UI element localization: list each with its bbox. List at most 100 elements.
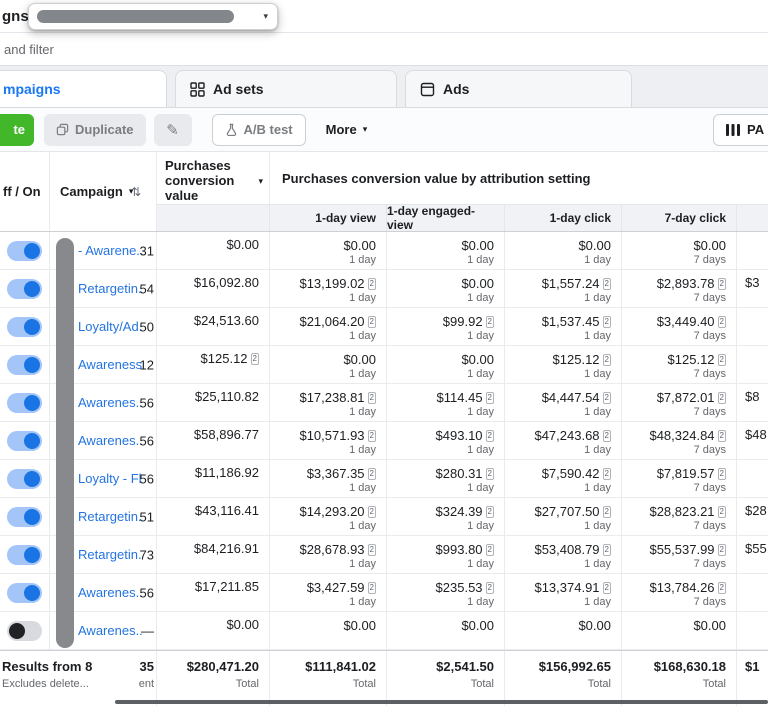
one-day-engaged-view-cell: $0.002: [387, 612, 505, 649]
search-filter-bar[interactable]: and filter: [0, 33, 768, 66]
campaigns-table: ff / On Campaign ▾ ⇅ Purchases conversio…: [0, 152, 768, 706]
column-header-1-day-engaged-view[interactable]: 1-day engaged-view: [387, 204, 505, 232]
chevron-down-icon: ▾: [258, 175, 263, 186]
purchases-value: $125.12: [200, 351, 248, 366]
off-on-label: ff / On: [3, 184, 41, 199]
campaign-link[interactable]: Retargetin...: [78, 281, 143, 296]
column-header-purchases[interactable]: Purchases conversion value ▾: [157, 152, 270, 204]
attribution-window-label: 1 day: [349, 596, 376, 608]
campaign-toggle[interactable]: [7, 278, 42, 299]
account-dropdown[interactable]: ▾: [28, 3, 278, 30]
campaign-link[interactable]: Retargetin...: [78, 547, 143, 562]
one-day-view-cell: $21,064.20 2 1 day: [270, 308, 387, 345]
purchases-value: $16,092.80: [193, 275, 259, 290]
redacted-campaign-names: [56, 238, 74, 648]
column-header-7-day-click[interactable]: 7-day click: [622, 205, 737, 231]
tab-ads[interactable]: Ads: [405, 70, 632, 107]
campaign-toggle[interactable]: [7, 316, 42, 337]
toolbar: te Duplicate ✎ A/B test More ▾ PA: [0, 108, 768, 152]
campaign-link[interactable]: - Awarene...: [78, 243, 143, 258]
campaign-link[interactable]: Awarenes...: [78, 433, 143, 448]
redacted-account-name: [37, 10, 234, 23]
footnote-marker: 2: [367, 278, 376, 290]
tab-campaigns-label: mpaigns: [3, 81, 61, 97]
campaign-toggle[interactable]: [7, 354, 42, 375]
attribution-window-label: 1 day: [349, 444, 376, 456]
tab-ad-sets[interactable]: Ad sets: [175, 70, 397, 107]
footnote-marker: 2: [717, 430, 726, 442]
seven-day-click-cell: $7,819.57 2 7 days: [622, 460, 737, 497]
campaign-link[interactable]: Awareness...: [78, 357, 143, 372]
clipped-column-value: 31: [139, 243, 154, 258]
attribution-window-label: 1 day: [349, 406, 376, 418]
ab-test-button[interactable]: A/B test: [211, 113, 306, 146]
horizontal-scrollbar[interactable]: [115, 700, 768, 704]
campaign-link[interactable]: Loyalty - Fl...: [78, 471, 143, 486]
campaign-toggle[interactable]: [7, 544, 42, 565]
footnote-marker: 2: [602, 392, 611, 404]
campaign-toggle[interactable]: [7, 240, 42, 261]
table-row: Retargetin... 54 $16,092.802 $13,199.022…: [0, 270, 768, 308]
tab-campaigns[interactable]: mpaigns: [0, 70, 167, 107]
column-header-1-day-view[interactable]: 1-day view: [270, 205, 387, 231]
one-day-click-cell: $125.12 2 1 day: [505, 346, 622, 383]
attribution-window-label: 1 day: [349, 254, 376, 266]
campaign-toggle[interactable]: [7, 468, 42, 489]
totals-7-day-click-cell: $168,630.18 Total: [622, 651, 737, 706]
footnote-marker: 2: [485, 582, 494, 594]
campaign-toggle[interactable]: [7, 620, 42, 641]
purchases-value-cell: $11,186.922: [157, 460, 270, 497]
column-header-1-day-click[interactable]: 1-day click: [505, 205, 622, 231]
one-day-engaged-view-cell: $99.92 2 1 day: [387, 308, 505, 345]
campaign-link[interactable]: Retargetin...: [78, 509, 143, 524]
totals-clipped-cell: 35 ent: [139, 651, 157, 706]
purchases-value-cell: $17,211.852: [157, 574, 270, 611]
campaign-toggle[interactable]: [7, 582, 42, 603]
campaign-toggle[interactable]: [7, 506, 42, 527]
campaign-link[interactable]: Awarenes...: [78, 585, 143, 600]
toggle-knob: [24, 584, 40, 601]
attribution-window-label: 1 day: [349, 558, 376, 570]
attribution-window-label: 7 days: [693, 368, 726, 380]
purchases-value-cell: $24,513.602: [157, 308, 270, 345]
edit-button[interactable]: ✎: [153, 113, 192, 146]
attribution-group-header: Purchases conversion value by attributio…: [282, 170, 591, 186]
columns-button[interactable]: PA: [713, 113, 768, 146]
purchases-value: $84,216.91: [193, 541, 259, 556]
footnote-marker: 2: [717, 544, 726, 556]
more-button[interactable]: More ▾: [316, 114, 378, 146]
footnote-marker: 2: [485, 468, 494, 480]
duplicate-button[interactable]: Duplicate: [44, 113, 146, 146]
footnote-marker: 2: [717, 278, 726, 290]
ad-sets-grid-icon: [190, 81, 205, 97]
column-header-clipped-right: [737, 205, 768, 231]
campaign-toggle[interactable]: [7, 430, 42, 451]
totals-1-day-view-cell: $111,841.02 Total: [270, 651, 387, 706]
duplicate-icon: [56, 123, 69, 136]
one-day-view-cell: $0.002 1 day: [270, 346, 387, 383]
pencil-icon: ✎: [166, 121, 179, 139]
purchases-value: $25,110.82: [194, 389, 259, 404]
purchases-value-cell: $125.12 2: [157, 346, 270, 383]
column-header-off-on[interactable]: ff / On: [0, 152, 50, 231]
attribution-window-label: 1 day: [467, 254, 494, 266]
create-button[interactable]: te: [0, 113, 34, 146]
sort-icon[interactable]: ⇅: [131, 185, 141, 199]
clipped-value-cell: $8: [745, 389, 760, 404]
footnote-marker: 2: [485, 506, 494, 518]
clipped-column-cell: 56: [140, 574, 157, 611]
campaign-link[interactable]: Awarenes...: [78, 395, 143, 410]
attribution-window-label: 1 day: [584, 596, 611, 608]
one-day-engaged-view-cell: $493.10 2 1 day: [387, 422, 505, 459]
campaign-link[interactable]: Awarenes...: [78, 623, 143, 638]
footnote-marker: 2: [602, 430, 611, 442]
search-filter-label: and filter: [4, 41, 54, 57]
attribution-window-label: 7 days: [693, 596, 726, 608]
campaign-toggle[interactable]: [7, 392, 42, 413]
clipped-column-cell: 12: [140, 346, 157, 383]
footnote-marker: 2: [602, 278, 611, 290]
column-header-campaign[interactable]: Campaign ▾ ⇅: [50, 152, 143, 231]
attribution-window-label: 1 day: [467, 558, 494, 570]
campaign-link[interactable]: Loyalty/Ad...: [78, 319, 143, 334]
toggle-cell: [0, 384, 50, 421]
